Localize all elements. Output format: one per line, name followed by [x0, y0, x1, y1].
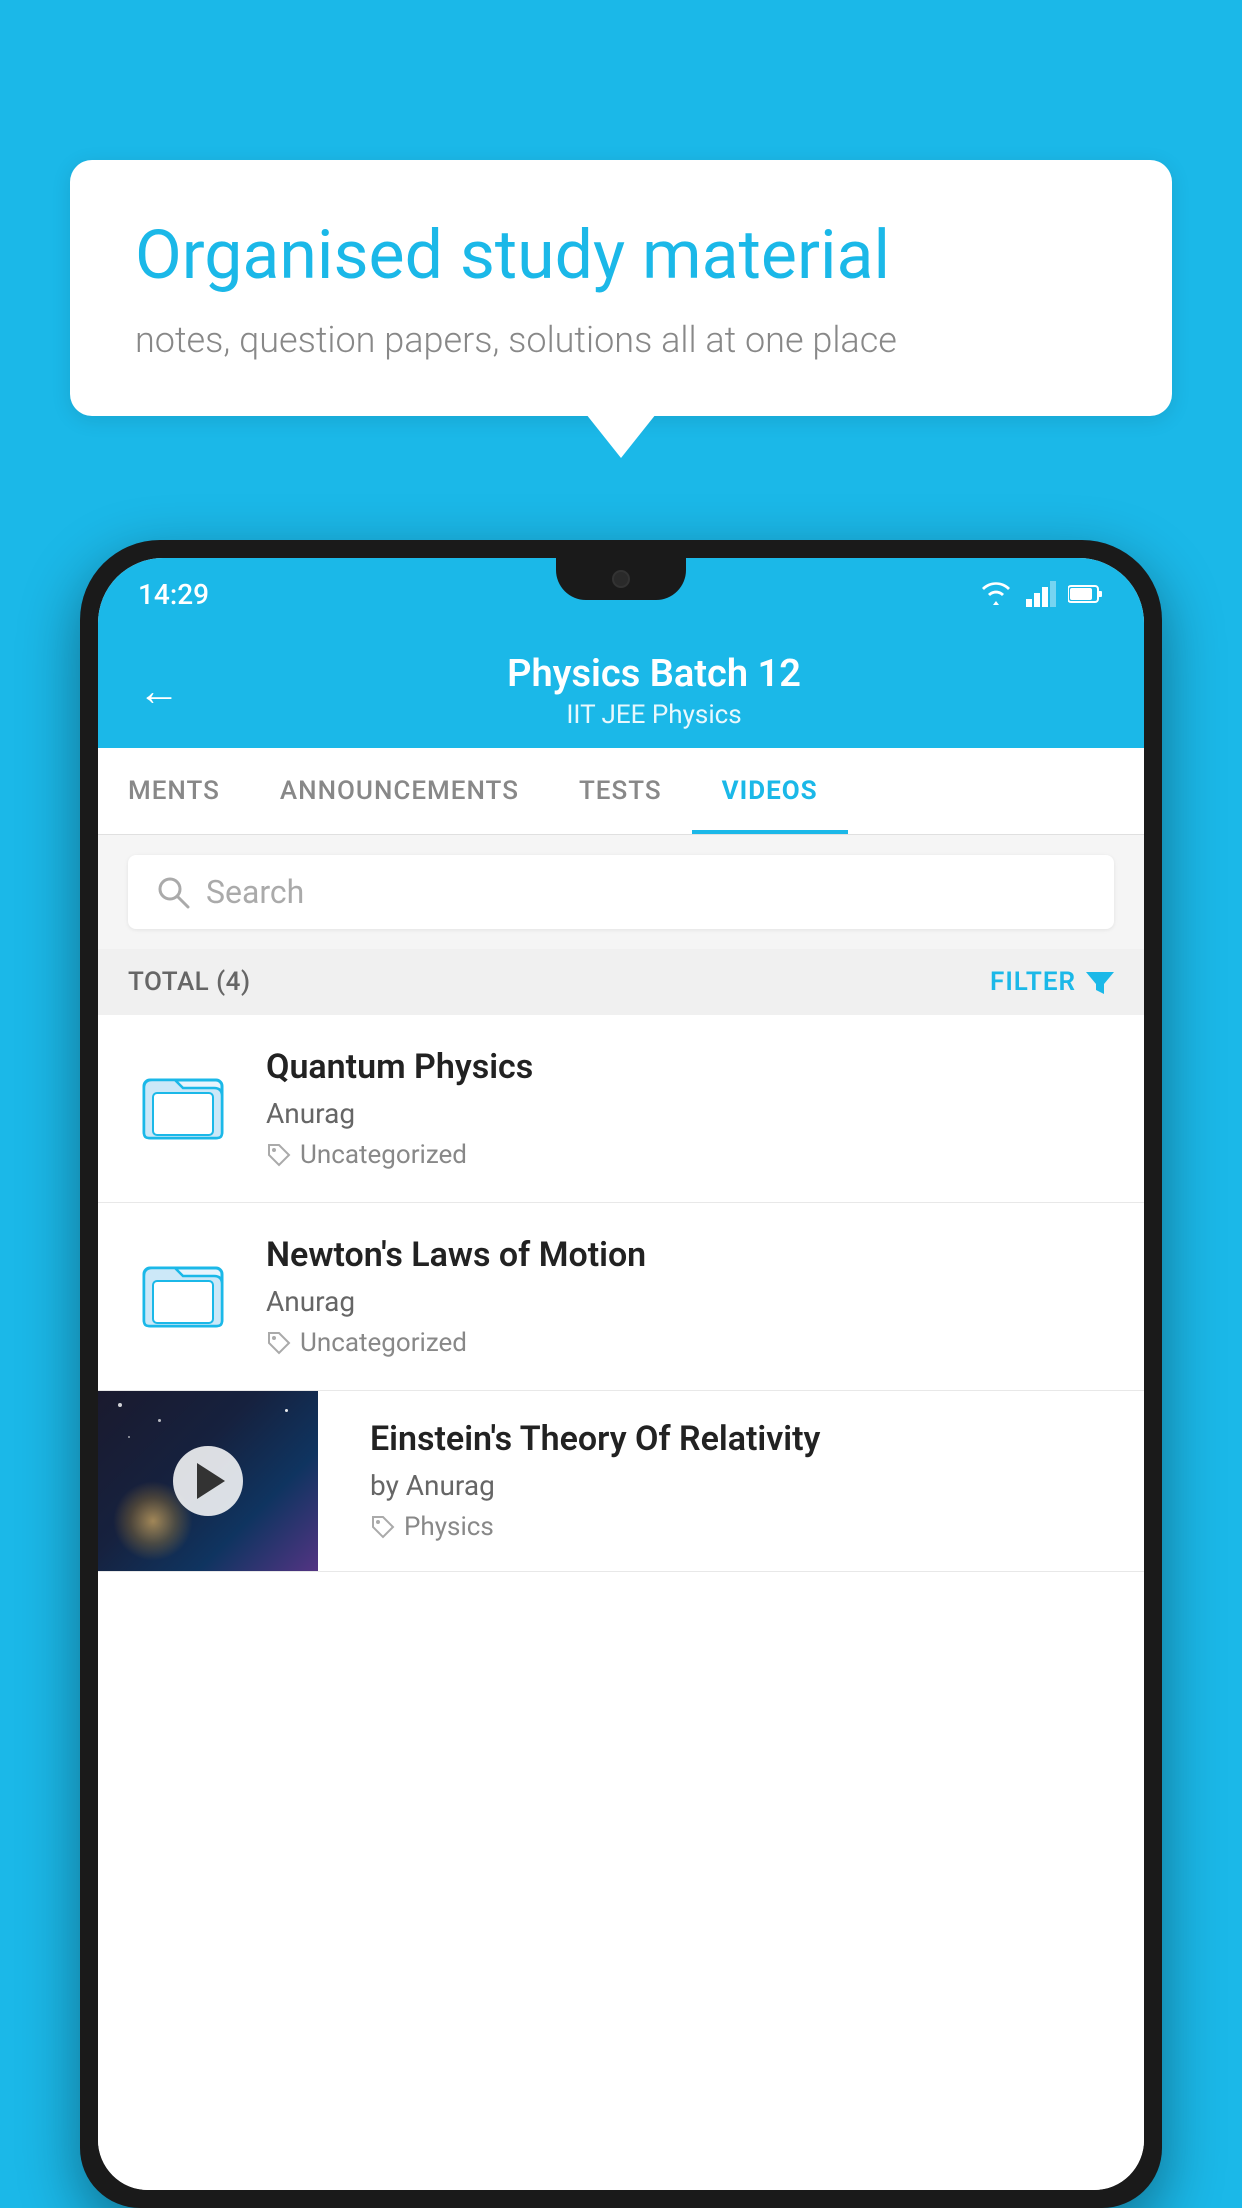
- search-placeholder: Search: [206, 873, 304, 911]
- tab-videos[interactable]: VIDEOS: [692, 748, 848, 834]
- battery-icon: [1068, 584, 1104, 604]
- search-input-wrap[interactable]: Search: [128, 855, 1114, 929]
- video-title: Newton's Laws of Motion: [266, 1235, 1114, 1275]
- screen-content: ← Physics Batch 12 IIT JEE Physics MENTS…: [98, 630, 1144, 2190]
- speech-bubble-subtext: notes, question papers, solutions all at…: [135, 319, 1107, 361]
- filter-label: FILTER: [990, 967, 1076, 997]
- play-button[interactable]: [173, 1446, 243, 1516]
- tag-icon: [266, 1330, 292, 1356]
- list-item[interactable]: Newton's Laws of Motion Anurag Uncategor…: [98, 1203, 1144, 1391]
- tag-icon: [370, 1514, 396, 1540]
- folder-icon: [139, 1058, 227, 1146]
- video-tag-text: Physics: [404, 1512, 494, 1542]
- filter-bar: TOTAL (4) FILTER: [98, 949, 1144, 1015]
- video-tag: Uncategorized: [266, 1328, 1114, 1358]
- camera-icon: [612, 570, 630, 588]
- search-icon: [156, 875, 190, 909]
- back-button[interactable]: ←: [138, 667, 180, 716]
- tab-tests[interactable]: TESTS: [549, 748, 692, 834]
- header-title-section: Physics Batch 12 IIT JEE Physics: [204, 652, 1104, 730]
- status-bar: 14:29: [98, 558, 1144, 630]
- video-title: Quantum Physics: [266, 1047, 1114, 1087]
- tag-icon: [266, 1142, 292, 1168]
- video-info-3: Einstein's Theory Of Relativity by Anura…: [346, 1391, 1144, 1570]
- video-author: Anurag: [266, 1097, 1114, 1130]
- video-info-2: Newton's Laws of Motion Anurag Uncategor…: [266, 1235, 1114, 1358]
- app-header: ← Physics Batch 12 IIT JEE Physics: [98, 630, 1144, 748]
- speech-bubble: Organised study material notes, question…: [70, 160, 1172, 416]
- video-thumbnail-3: [98, 1391, 318, 1571]
- video-info-1: Quantum Physics Anurag Uncategorized: [266, 1047, 1114, 1170]
- tab-ments[interactable]: MENTS: [98, 748, 250, 834]
- video-tag-text: Uncategorized: [300, 1328, 467, 1358]
- video-title: Einstein's Theory Of Relativity: [370, 1419, 1120, 1459]
- folder-thumbnail-1: [128, 1047, 238, 1157]
- phone-screen: 14:29: [98, 558, 1144, 2190]
- page-subtitle: IIT JEE Physics: [204, 700, 1104, 730]
- folder-icon: [139, 1246, 227, 1334]
- video-tag-text: Uncategorized: [300, 1140, 467, 1170]
- speech-bubble-headline: Organised study material: [135, 215, 1107, 297]
- tab-announcements[interactable]: ANNOUNCEMENTS: [250, 748, 549, 834]
- video-tag: Uncategorized: [266, 1140, 1114, 1170]
- filter-button[interactable]: FILTER: [990, 967, 1114, 997]
- page-title: Physics Batch 12: [204, 652, 1104, 696]
- filter-icon: [1086, 968, 1114, 996]
- phone-frame: 14:29: [80, 540, 1162, 2208]
- status-time: 14:29: [138, 578, 209, 611]
- video-author: by Anurag: [370, 1469, 1120, 1502]
- speech-bubble-container: Organised study material notes, question…: [70, 160, 1172, 416]
- video-author: Anurag: [266, 1285, 1114, 1318]
- video-list: Quantum Physics Anurag Uncategorized: [98, 1015, 1144, 2190]
- status-icons: [978, 581, 1104, 607]
- list-item[interactable]: Quantum Physics Anurag Uncategorized: [98, 1015, 1144, 1203]
- tabs-bar: MENTS ANNOUNCEMENTS TESTS VIDEOS: [98, 748, 1144, 835]
- total-count: TOTAL (4): [128, 967, 251, 997]
- signal-icon: [1026, 581, 1056, 607]
- phone-notch: [556, 558, 686, 600]
- folder-thumbnail-2: [128, 1235, 238, 1345]
- search-bar: Search: [98, 835, 1144, 949]
- list-item[interactable]: Einstein's Theory Of Relativity by Anura…: [98, 1391, 1144, 1572]
- video-tag: Physics: [370, 1512, 1120, 1542]
- play-triangle-icon: [197, 1463, 225, 1499]
- wifi-icon: [978, 581, 1014, 607]
